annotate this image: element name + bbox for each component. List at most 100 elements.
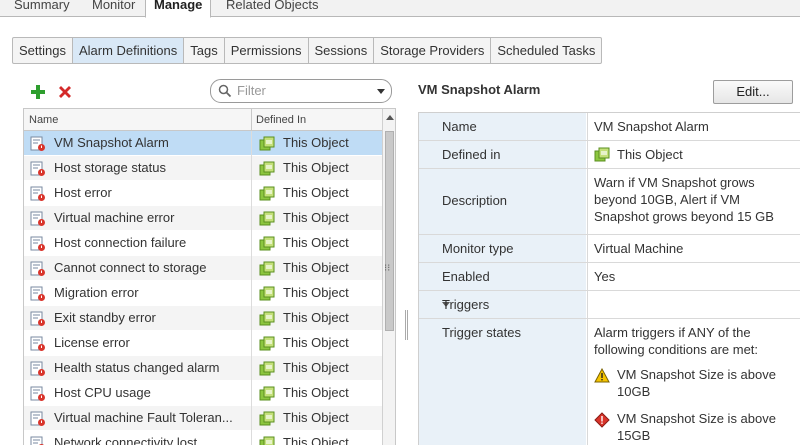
alarm-defined-in: This Object — [283, 385, 349, 400]
details-title: VM Snapshot Alarm — [418, 82, 541, 97]
property-value: VM Snapshot Alarm — [594, 119, 709, 134]
subtab-permissions[interactable]: Permissions — [223, 37, 309, 64]
table-row[interactable]: Health status changed alarm This Object — [24, 356, 382, 381]
alarm-defined-in: This Object — [283, 135, 349, 150]
filter-placeholder: Filter — [237, 83, 266, 98]
alarm-name: Virtual machine Fault Toleran... — [54, 410, 233, 425]
table-row[interactable]: Host storage status This Object — [24, 156, 382, 181]
subtab-sessions[interactable]: Sessions — [307, 37, 375, 64]
triggers-section-header[interactable]: Triggers — [419, 291, 800, 319]
table-row[interactable]: Cannot connect to storage This Object — [24, 256, 382, 281]
object-icon — [259, 411, 275, 427]
object-icon — [259, 386, 275, 402]
alarm-name: Host CPU usage — [54, 385, 151, 400]
object-icon — [259, 336, 275, 352]
alarm-defined-in: This Object — [283, 410, 349, 425]
scroll-thumb[interactable] — [385, 131, 394, 331]
alarm-definition-icon — [30, 336, 46, 352]
delete-alarm-icon[interactable] — [57, 84, 73, 100]
alarm-name: Virtual machine error — [54, 210, 175, 225]
property-label: Defined in — [442, 147, 501, 162]
alarm-definition-icon — [30, 361, 46, 377]
grid-header: Name Defined In — [24, 109, 382, 131]
table-row[interactable]: Virtual machine Fault Toleran... This Obj… — [24, 406, 382, 431]
table-row[interactable]: Host connection failure This Object — [24, 231, 382, 256]
object-icon — [259, 236, 275, 252]
grid-scrollbar[interactable] — [382, 109, 395, 445]
alarm-defined-in: This Object — [283, 335, 349, 350]
property-label: Monitor type — [442, 241, 514, 256]
add-alarm-icon[interactable] — [30, 84, 46, 100]
subtab-alarm-definitions[interactable]: Alarm Definitions — [71, 37, 185, 64]
column-header-name[interactable]: Name — [29, 114, 58, 126]
tab-summary[interactable]: Summary — [6, 0, 78, 17]
tab-manage[interactable]: Manage — [145, 0, 212, 18]
alarm-name: Exit standby error — [54, 310, 156, 325]
top-tab-bar: Summary Monitor Manage Related Objects — [0, 0, 800, 18]
table-row[interactable]: Exit standby error This Object — [24, 306, 382, 331]
alarm-name: Host storage status — [54, 160, 166, 175]
object-icon — [259, 286, 275, 302]
subtab-settings[interactable]: Settings — [12, 37, 73, 64]
property-label: Enabled — [442, 269, 490, 284]
filter-input[interactable]: Filter — [210, 79, 392, 103]
alarm-name: License error — [54, 335, 130, 350]
alarm-defined-in: This Object — [283, 310, 349, 325]
alarm-definition-icon — [30, 236, 46, 252]
table-row[interactable]: Migration error This Object — [24, 281, 382, 306]
tab-related-objects[interactable]: Related Objects — [218, 0, 327, 17]
trigger-states-line: following conditions are met: — [594, 342, 759, 357]
alarm-name: Network connectivity lost — [54, 435, 198, 445]
trigger-states-line: Alarm triggers if ANY of the — [594, 325, 751, 340]
filter-dropdown-icon[interactable] — [377, 89, 385, 94]
object-icon — [259, 261, 275, 277]
edit-button[interactable]: Edit... — [713, 80, 793, 104]
property-label: Name — [442, 119, 477, 134]
panel-splitter[interactable] — [404, 75, 409, 445]
condition-line: VM Snapshot Size is above — [617, 367, 776, 382]
scroll-up-icon[interactable] — [386, 115, 394, 120]
warning-icon — [594, 367, 610, 387]
description-line: Warn if VM Snapshot grows — [594, 175, 755, 190]
table-row[interactable]: Virtual machine error This Object — [24, 206, 382, 231]
object-icon — [259, 311, 275, 327]
table-row[interactable]: Network connectivity lost This Object — [24, 431, 382, 445]
table-row[interactable]: Host error This Object — [24, 181, 382, 206]
condition-line: VM Snapshot Size is above — [617, 411, 776, 426]
alarm-defined-in: This Object — [283, 185, 349, 200]
property-name: Name VM Snapshot Alarm — [419, 113, 800, 141]
property-label: Trigger states — [442, 325, 521, 340]
description-line: Snapshot grows beyond 15 GB — [594, 209, 774, 224]
tab-monitor[interactable]: Monitor — [84, 0, 143, 17]
property-value: Yes — [594, 269, 616, 284]
subtab-tags[interactable]: Tags — [183, 37, 225, 64]
description-line: beyond 10GB, Alert if VM — [594, 192, 740, 207]
object-icon — [259, 161, 275, 177]
condition-line: 15GB — [617, 428, 651, 443]
alarm-name: Host connection failure — [54, 235, 187, 250]
subtab-scheduled-tasks[interactable]: Scheduled Tasks — [490, 37, 603, 64]
object-icon — [259, 361, 275, 377]
alarm-definition-icon — [30, 211, 46, 227]
object-icon — [594, 147, 610, 166]
alarm-definitions-grid: Name Defined In VM Snapshot Alarm This Ob… — [23, 108, 396, 445]
alarm-properties: Name VM Snapshot Alarm Defined in This O… — [418, 112, 800, 445]
alarm-definition-icon — [30, 286, 46, 302]
subtab-storage-providers[interactable]: Storage Providers — [373, 37, 492, 64]
alarm-defined-in: This Object — [283, 360, 349, 375]
column-header-defined-in[interactable]: Defined In — [256, 114, 306, 126]
alarm-definition-icon — [30, 161, 46, 177]
property-description: Description Warn if VM Snapshot grows be… — [419, 169, 800, 235]
alarm-definition-icon — [30, 261, 46, 277]
property-enabled: Enabled Yes — [419, 263, 800, 291]
alarm-defined-in: This Object — [283, 235, 349, 250]
alarm-definition-icon — [30, 186, 46, 202]
table-row[interactable]: License error This Object — [24, 331, 382, 356]
alarm-defined-in: This Object — [283, 435, 349, 445]
column-resize-grip-icon[interactable]: ⁝⁝ — [384, 264, 390, 274]
table-row[interactable]: Host CPU usage This Object — [24, 381, 382, 406]
condition-line: 10GB — [617, 384, 651, 399]
alarm-name: Cannot connect to storage — [54, 260, 207, 275]
sub-tab-bar: Settings Alarm Definitions Tags Permissi… — [12, 37, 603, 64]
table-row[interactable]: VM Snapshot Alarm This Object — [24, 131, 382, 156]
